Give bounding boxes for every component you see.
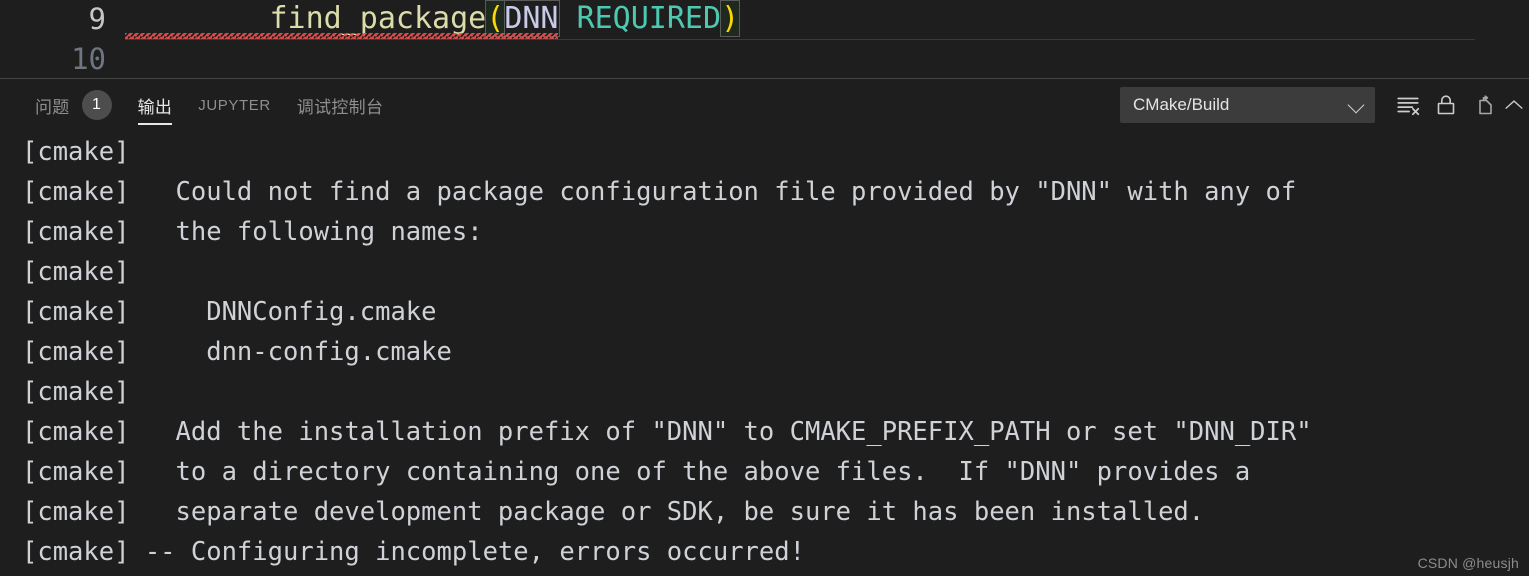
output-line: [cmake] to a directory containing one of… [22,457,1251,487]
token-open-paren: ( [485,0,506,37]
clear-output-icon[interactable] [1389,86,1427,124]
problems-count-badge: 1 [81,90,112,120]
line-number-10: 10 [71,42,106,76]
panel-actions: CMake/Build [1120,79,1529,131]
tab-debug-console-label: 调试控制台 [296,97,384,117]
token-close-paren: ) [720,0,741,37]
token-function-name: find_package [269,1,487,36]
output-line: [cmake] the following names: [22,217,483,247]
output-line: [cmake] -- Configuring incomplete, error… [22,537,805,567]
output-line: [cmake] [22,257,130,287]
output-text-view[interactable]: [cmake] [cmake] Could not find a package… [0,131,1529,576]
code-line-10[interactable]: 10 [0,39,1529,78]
tab-debug-console[interactable]: 调试控制台 [284,79,397,131]
tab-output-label: 输出 [137,97,173,117]
tab-jupyter-label: JUPYTER [198,96,271,114]
tab-jupyter[interactable]: JUPYTER [185,79,284,131]
output-channel-selected-label: CMake/Build [1133,95,1230,114]
panel-header: 问题 1 输出 JUPYTER 调试控制台 CMake/Build [0,79,1529,131]
line-number-9: 9 [88,2,106,36]
chevron-up-icon[interactable] [1503,86,1525,124]
open-in-editor-icon[interactable] [1465,86,1503,124]
token-keyword-required: REQUIRED [576,1,722,36]
token-argument: DNN [503,0,560,37]
output-line: [cmake] separate development package or … [22,497,1205,527]
output-channel-select[interactable]: CMake/Build [1120,87,1375,123]
output-line: [cmake] [22,377,130,407]
output-line: [cmake] Add the installation prefix of "… [22,417,1312,447]
tab-problems[interactable]: 问题 1 [22,79,125,131]
output-line: [cmake] [22,137,130,167]
tab-problems-label: 问题 [35,97,70,117]
code-editor[interactable]: 9 find_package(DNN REQUIRED) 10 [0,0,1529,78]
chevron-down-icon [1348,96,1366,114]
vscode-window: 9 find_package(DNN REQUIRED) 10 问题 1 输出 … [0,0,1529,576]
output-line: [cmake] DNNConfig.cmake [22,297,437,327]
tab-output[interactable]: 输出 [125,79,186,131]
lock-scroll-icon[interactable] [1427,86,1465,124]
panel-tab-list: 问题 1 输出 JUPYTER 调试控制台 [0,79,396,131]
output-line: [cmake] Could not find a package configu… [22,177,1297,207]
output-line: [cmake] dnn-config.cmake [22,337,452,367]
